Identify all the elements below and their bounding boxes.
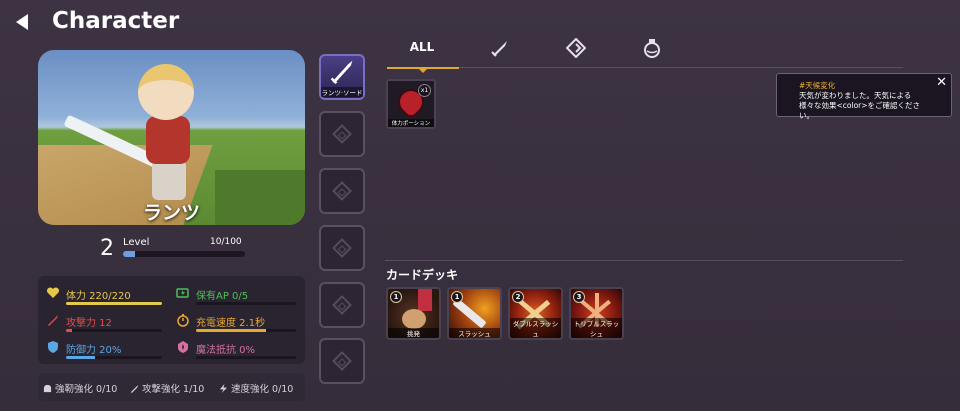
helmet-icon: [43, 384, 52, 393]
stat-bar: [196, 356, 296, 359]
level-progress-fill: [123, 251, 136, 257]
stat-text: 魔法抵抗 0%: [196, 345, 256, 356]
stat-bar: [66, 302, 162, 305]
item-label: 体力ポーション: [388, 119, 434, 127]
equipment-slot-empty[interactable]: [319, 168, 365, 214]
stat-bar: [196, 329, 296, 332]
sword-icon: [130, 384, 139, 393]
equipment-slot-empty[interactable]: [319, 338, 365, 384]
stat-bar-fill: [66, 329, 72, 332]
sword-icon: [330, 60, 353, 85]
tooltip-line: 天気が変わりました。天気による: [799, 91, 912, 100]
stat-text: 充電速度 2.1秒: [196, 318, 266, 329]
stat-text: 体力 220/220: [66, 291, 131, 302]
deck-divider: [385, 260, 903, 261]
stat-magic-resist: 魔法抵抗 0%: [176, 338, 298, 364]
stats-panel: 体力 220/220 攻撃力 12 防御力 20% 保有AP 0/5 充電速度 …: [38, 276, 305, 364]
stat-attack: 攻撃力 12: [46, 311, 166, 337]
equipment-slot-empty[interactable]: [319, 225, 365, 271]
item-count-badge: x1: [418, 84, 431, 97]
card-name: スラッシュ: [449, 328, 500, 338]
tooltip-line: 様々な効果<color>をご確認ください。: [799, 101, 921, 120]
empty-slot-icon: [332, 295, 352, 315]
stopwatch-icon: [177, 314, 189, 327]
tab-materials[interactable]: [541, 34, 611, 64]
active-tab-indicator: [387, 67, 459, 73]
character-body: [146, 116, 190, 164]
flag-shape: [418, 289, 432, 311]
card-triple-slash[interactable]: 3 トリプルスラッシュ: [569, 287, 624, 340]
tab-weapons[interactable]: [466, 34, 536, 64]
page-title: Character: [52, 8, 180, 34]
tab-all[interactable]: ALL: [387, 34, 457, 64]
enhancement-speed[interactable]: 速度強化 0/10: [219, 381, 293, 395]
magic-shield-icon: [178, 341, 188, 353]
equipment-slot-weapon[interactable]: ランツ·ソード: [319, 54, 365, 100]
level-number: 2: [100, 236, 114, 261]
close-icon[interactable]: ✕: [936, 75, 947, 90]
back-arrow-icon[interactable]: [12, 10, 36, 34]
battery-icon: [176, 288, 189, 298]
stat-ap: 保有AP 0/5: [176, 284, 298, 310]
heart-icon: [46, 287, 60, 298]
stat-bar: [196, 302, 296, 305]
enhancement-toughness[interactable]: 強靭強化 0/10: [43, 381, 117, 395]
enhancement-text: 攻撃強化 1/10: [142, 384, 205, 395]
stat-bar-fill: [196, 329, 266, 332]
tooltip-title: #天候変化: [799, 81, 836, 90]
stat-defense: 防御力 20%: [46, 338, 166, 364]
enhancement-text: 強靭強化 0/10: [55, 384, 118, 395]
stat-charge-speed: 充電速度 2.1秒: [176, 311, 298, 337]
stat-text: 防御力 20%: [66, 345, 122, 356]
stat-hp: 体力 220/220: [46, 284, 166, 310]
potion-icon: [644, 39, 660, 58]
card-cost: 1: [451, 291, 463, 303]
character-head: [138, 64, 194, 120]
level-progress-text: 10/100: [210, 237, 242, 247]
card-slash[interactable]: 1 スラッシュ: [447, 287, 502, 340]
card-cost: 2: [512, 291, 524, 303]
sword-icon: [491, 41, 507, 57]
level-progress-bar: [123, 251, 245, 257]
stat-bar: [66, 329, 162, 332]
face-shape: [402, 309, 426, 329]
stat-text: 保有AP 0/5: [196, 291, 249, 302]
card-name: トリプルスラッシュ: [571, 318, 622, 338]
empty-slot-icon: [332, 124, 352, 144]
card-double-slash[interactable]: 2 ダブルスラッシュ: [508, 287, 563, 340]
equipment-slot-label: ランツ·ソード: [321, 87, 363, 97]
stat-bar-fill: [66, 302, 162, 305]
card-taunt[interactable]: 1 挑発: [386, 287, 441, 340]
tab-label: ALL: [409, 40, 435, 54]
tab-divider: [459, 67, 903, 68]
sword-icon: [48, 315, 58, 326]
stat-bar: [66, 356, 162, 359]
tab-potions[interactable]: [617, 34, 687, 64]
deck-title: カードデッキ: [386, 268, 459, 282]
empty-slot-icon: [332, 181, 352, 201]
equipment-slot-empty[interactable]: [319, 111, 365, 157]
shield-icon: [48, 341, 58, 353]
enhancement-bar: 強靭強化 0/10 攻撃強化 1/10 速度強化 0/10: [38, 373, 305, 401]
empty-slot-icon: [332, 238, 352, 258]
character-portrait: ランツ: [38, 50, 305, 225]
lightning-icon: [219, 384, 228, 393]
empty-slot-icon: [332, 351, 352, 371]
weather-tooltip: #天候変化 天気が変わりました。天気による 様々な効果<color>をご確認くだ…: [776, 73, 952, 120]
level-label: Level: [123, 237, 150, 248]
stat-bar-fill: [66, 356, 95, 359]
stat-text: 攻撃力 12: [66, 318, 112, 329]
card-cost: 3: [573, 291, 585, 303]
character-legs: [152, 160, 186, 200]
character-name: ランツ: [142, 202, 200, 224]
card-name: 挑発: [388, 328, 439, 338]
enhancement-text: 速度強化 0/10: [231, 384, 294, 395]
enhancement-attack[interactable]: 攻撃強化 1/10: [130, 381, 204, 395]
equipment-slot-empty[interactable]: [319, 282, 365, 328]
diamond-icon: [566, 38, 586, 58]
card-cost: 1: [390, 291, 402, 303]
card-name: ダブルスラッシュ: [510, 318, 561, 338]
inventory-item[interactable]: x1 体力ポーション: [386, 79, 436, 129]
